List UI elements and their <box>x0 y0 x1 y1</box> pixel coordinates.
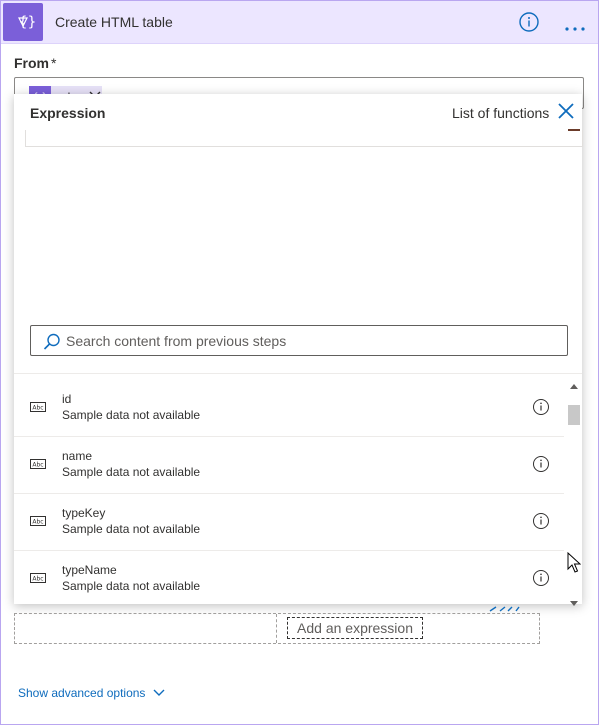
item-name: id <box>62 392 72 406</box>
mouse-cursor-icon <box>567 551 582 574</box>
list-item[interactable]: Abc name Sample data not available <box>14 437 564 494</box>
svg-text:Abc: Abc <box>32 405 43 412</box>
from-label-text: From <box>14 55 49 71</box>
more-icon[interactable] <box>564 19 586 31</box>
scroll-up-icon[interactable] <box>570 376 578 389</box>
from-label: From * <box>14 55 56 71</box>
scroll-thumb[interactable] <box>568 405 580 425</box>
expression-indicator <box>568 129 580 131</box>
search-input[interactable]: Search content from previous steps <box>30 325 568 356</box>
add-expression-button[interactable]: Add an expression <box>287 617 423 639</box>
item-name: typeKey <box>62 506 106 520</box>
chevron-down-icon <box>153 689 165 696</box>
item-name: typeName <box>62 563 117 577</box>
panel-divider <box>14 373 582 374</box>
card-header[interactable]: { } Create HTML table <box>1 1 598 44</box>
required-mark: * <box>51 55 57 71</box>
advanced-options-label: Show advanced options <box>18 686 146 700</box>
info-icon[interactable] <box>519 12 539 32</box>
edit-pencil-icon <box>488 599 520 612</box>
svg-text:Abc: Abc <box>32 462 43 469</box>
info-icon[interactable] <box>532 398 550 416</box>
create-html-table-card: { } Create HTML table From* {x} <box>0 0 599 725</box>
expression-input[interactable] <box>25 130 583 147</box>
list-item[interactable]: Abc id Sample data not available <box>14 380 564 437</box>
expression-panel: Expression List of functions Search cont… <box>14 94 583 606</box>
item-subtitle: Sample data not available <box>62 465 201 479</box>
column-divider <box>276 614 277 643</box>
item-name: name <box>62 449 93 463</box>
list-of-functions-link[interactable]: List of functions <box>452 105 549 121</box>
scroll-down-icon[interactable] <box>570 594 578 606</box>
svg-text:{: { <box>19 15 28 31</box>
search-icon <box>43 333 60 350</box>
variable-braces-icon: { } <box>3 3 43 41</box>
svg-text:Abc: Abc <box>32 576 43 583</box>
dynamic-content-list: Abc id Sample data not available Abc nam… <box>14 380 564 604</box>
string-type-icon: Abc <box>30 570 46 583</box>
item-subtitle: Sample data not available <box>62 522 201 536</box>
info-icon[interactable] <box>532 455 550 473</box>
tab-expression[interactable]: Expression <box>30 105 105 121</box>
string-type-icon: Abc <box>30 513 46 526</box>
list-item[interactable]: Abc typeKey Sample data not available <box>14 494 564 551</box>
list-item[interactable]: Abc typeName Sample data not available <box>14 551 564 604</box>
item-subtitle: Sample data not available <box>62 579 201 593</box>
search-placeholder: Search content from previous steps <box>66 333 287 349</box>
card-title: Create HTML table <box>55 14 173 30</box>
info-icon[interactable] <box>532 569 550 587</box>
close-icon[interactable] <box>558 103 574 119</box>
svg-text:Abc: Abc <box>32 519 43 526</box>
columns-table <box>14 613 540 644</box>
item-subtitle: Sample data not available <box>62 408 201 422</box>
string-type-icon: Abc <box>30 399 46 412</box>
info-icon[interactable] <box>532 512 550 530</box>
show-advanced-options-link[interactable]: Show advanced options <box>18 686 165 700</box>
string-type-icon: Abc <box>30 456 46 469</box>
svg-text:}: } <box>28 15 36 31</box>
